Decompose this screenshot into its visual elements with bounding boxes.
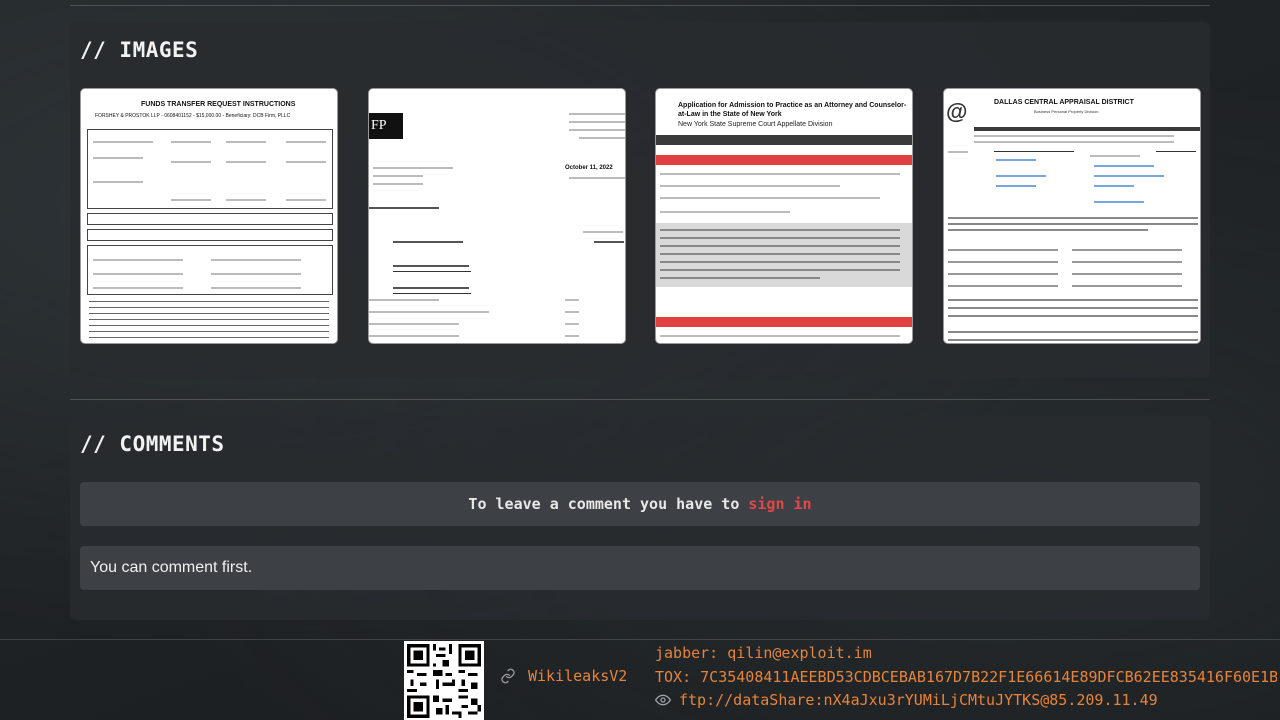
signin-link[interactable]: sign in (748, 495, 811, 513)
thumb-subheading: New York State Supreme Court Appellate D… (678, 121, 833, 128)
tox-id[interactable]: TOX: 7C35408411AEEBD53CDBCEBAB167D7B22F1… (655, 668, 1277, 686)
top-divider (70, 5, 1210, 6)
empty-comments-notice: You can comment first. (80, 546, 1200, 590)
ftp-link[interactable]: ftp://dataShare:nX4aJxu3rYUMiLjCMtuJYTKS… (679, 691, 1158, 709)
signin-prompt: To leave a comment you have to (468, 495, 740, 513)
eye-icon (655, 694, 671, 706)
image-thumbnail-dallas-appraisal[interactable]: @ DALLAS CENTRAL APPRAISAL DISTRICT Busi… (943, 88, 1201, 344)
qr-code (404, 641, 484, 720)
thumb-heading: FUNDS TRANSFER REQUEST INSTRUCTIONS (141, 101, 296, 108)
jabber-contact[interactable]: jabber: qilin@exploit.im (655, 644, 872, 662)
thumb-logo-icon: @ (946, 99, 968, 124)
thumb-date: October 11, 2022 (565, 165, 613, 171)
comments-title: // COMMENTS (80, 432, 225, 456)
comments-panel: // COMMENTS To leave a comment you have … (70, 416, 1210, 620)
thumb-subheading: FORSHEY & PROSTOK LLP - 0608401152 - $15… (95, 113, 291, 119)
empty-comments-message: You can comment first. (90, 559, 253, 576)
images-title: // IMAGES (80, 38, 199, 62)
wikileaks-link[interactable]: WikileaksV2 (528, 667, 627, 685)
link-icon (501, 668, 515, 684)
thumb-logo: FP (369, 113, 403, 139)
images-panel: // IMAGES FUNDS TRANSFER REQUEST INSTRUC… (70, 22, 1210, 378)
ftp-row[interactable]: ftp://dataShare:nX4aJxu3rYUMiLjCMtuJYTKS… (655, 691, 1158, 709)
footer: WikileaksV2 jabber: qilin@exploit.im TOX… (0, 639, 1280, 720)
signin-notice: To leave a comment you have to sign in (80, 482, 1200, 526)
thumb-heading: DALLAS CENTRAL APPRAISAL DISTRICT (994, 99, 1134, 106)
wikileaks-link-row[interactable]: WikileaksV2 (500, 667, 627, 685)
middle-divider (70, 399, 1210, 400)
image-thumbnail-bar-application[interactable]: Application for Admission to Practice as… (655, 88, 913, 344)
thumb-heading: Application for Admission to Practice as… (678, 102, 907, 118)
image-thumbnail-funds-transfer[interactable]: FUNDS TRANSFER REQUEST INSTRUCTIONS FORS… (80, 88, 338, 344)
image-thumbnail-invoice[interactable]: FP October 11, 2022 (368, 88, 626, 344)
thumb-subheading: Business Personal Property Division (1034, 109, 1099, 114)
